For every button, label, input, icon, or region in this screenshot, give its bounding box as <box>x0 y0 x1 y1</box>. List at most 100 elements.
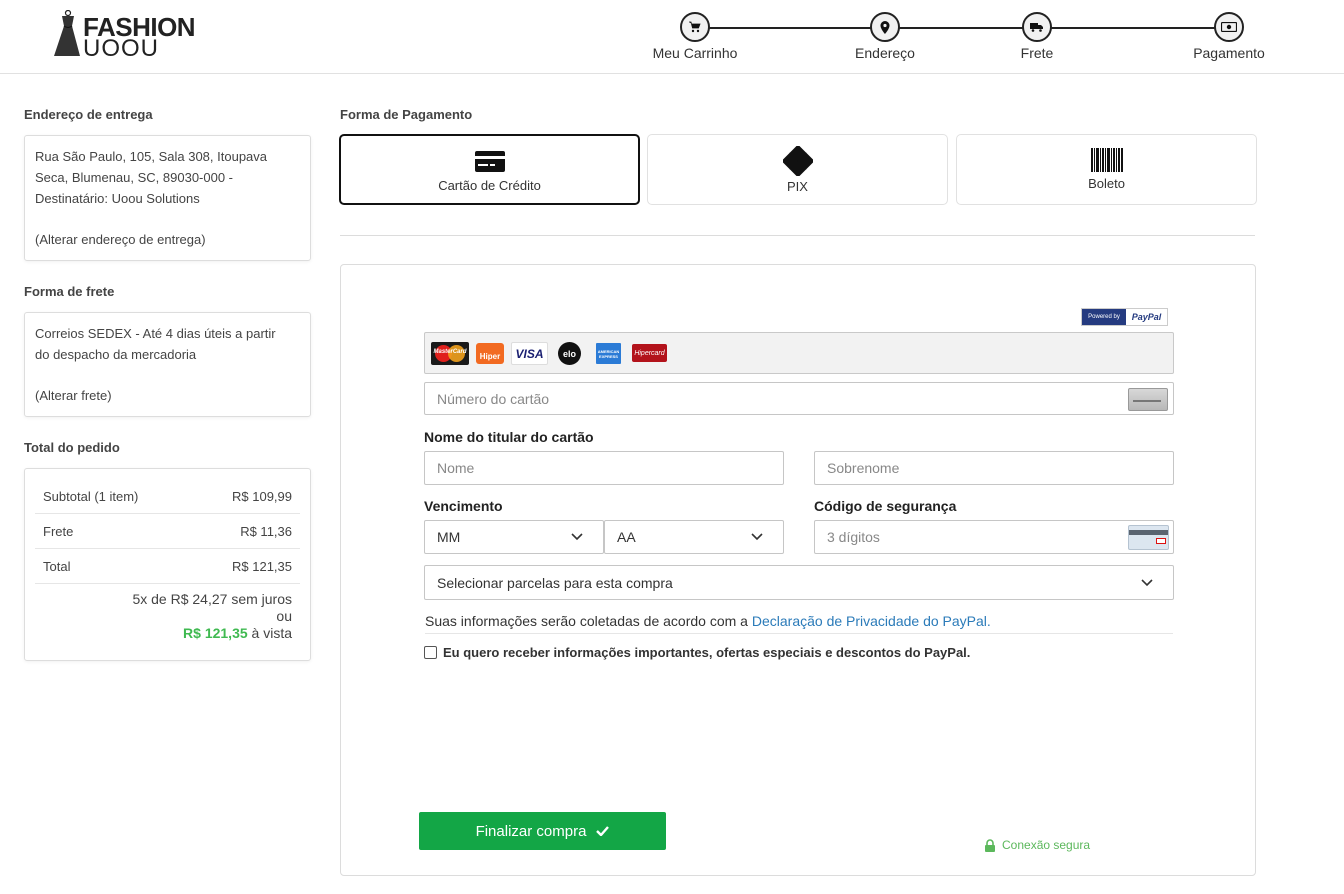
check-icon <box>596 826 610 836</box>
address-title: Endereço de entrega <box>24 107 153 122</box>
privacy-notice: Suas informações serão coletadas de acor… <box>425 613 1173 634</box>
money-icon <box>1214 12 1244 42</box>
cash-price: R$ 121,35 à vista <box>35 625 292 642</box>
last-name-placeholder: Sobrenome <box>827 460 900 476</box>
first-name-input[interactable]: Nome <box>424 451 784 485</box>
chevron-down-icon <box>571 533 583 541</box>
step-label: Meu Carrinho <box>652 45 738 61</box>
expiry-label: Vencimento <box>424 498 503 514</box>
card-icon <box>1128 388 1168 411</box>
totals-box: Subtotal (1 item) R$ 109,99 Frete R$ 11,… <box>24 468 311 661</box>
shipping-title: Forma de frete <box>24 284 115 299</box>
cash-suffix: à vista <box>247 625 292 641</box>
cash-value: R$ 121,35 <box>183 625 248 641</box>
section-divider <box>340 235 1255 236</box>
card-number-input[interactable]: Número do cartão <box>424 382 1174 415</box>
step-address[interactable]: Endereço <box>825 12 945 61</box>
shipping-line: do despacho da mercadoria <box>35 347 197 362</box>
credit-card-icon <box>474 151 505 172</box>
hipercard-icon: Hipercard <box>632 344 667 362</box>
paypal-badge: Powered by PayPal <box>1081 308 1168 326</box>
step-cart[interactable]: Meu Carrinho <box>635 12 755 61</box>
address-line: Rua São Paulo, 105, Sala 308, Itoupava <box>35 149 268 164</box>
steps-connector <box>690 27 1230 29</box>
address-line: Seca, Blumenau, SC, 89030-000 - <box>35 170 234 185</box>
month-value: MM <box>437 529 461 545</box>
truck-icon <box>1022 12 1052 42</box>
installments-select[interactable]: Selecionar parcelas para esta compra <box>424 565 1174 600</box>
pix-icon <box>781 144 814 178</box>
privacy-text: Suas informações serão coletadas de acor… <box>425 613 752 629</box>
hiper-icon: Hiper <box>476 343 504 364</box>
finish-label: Finalizar compra <box>475 822 587 840</box>
map-pin-icon <box>870 12 900 42</box>
step-payment[interactable]: Pagamento <box>1169 12 1289 61</box>
holder-label: Nome do titular do cartão <box>424 429 594 445</box>
tab-boleto[interactable]: Boleto <box>956 134 1257 205</box>
privacy-link[interactable]: Declaração de Privacidade do PayPal. <box>752 613 991 629</box>
tab-label: Boleto <box>1088 176 1125 191</box>
step-shipping[interactable]: Frete <box>977 12 1097 61</box>
last-name-input[interactable]: Sobrenome <box>814 451 1174 485</box>
card-number-placeholder: Número do cartão <box>437 390 550 407</box>
optin-row: Eu quero receber informações importantes… <box>424 645 970 660</box>
tab-credit-card[interactable]: Cartão de Crédito <box>339 134 640 205</box>
first-name-placeholder: Nome <box>437 460 475 476</box>
checkout-steps: Meu Carrinho Endereço Frete Pagamento <box>640 12 1280 68</box>
tab-label: PIX <box>787 179 808 194</box>
subtotal-row: Subtotal (1 item) R$ 109,99 <box>35 479 300 514</box>
change-shipping-link[interactable]: (Alterar frete) <box>35 385 300 406</box>
or-text: ou <box>276 608 292 624</box>
installments-value: Selecionar parcelas para esta compra <box>437 574 673 591</box>
amex-icon: AMERICAN EXPRESS <box>596 343 621 364</box>
optin-checkbox[interactable] <box>424 646 437 659</box>
row-value: R$ 109,99 <box>232 488 292 504</box>
row-value: R$ 121,35 <box>232 558 292 574</box>
totals-title: Total do pedido <box>24 440 120 455</box>
barcode-icon <box>1090 148 1123 172</box>
row-label: Subtotal (1 item) <box>43 488 139 504</box>
brand-name-line2: UOOU <box>83 35 159 62</box>
row-label: Frete <box>43 523 74 539</box>
cart-icon <box>680 12 710 42</box>
card-brands-strip: MasterCard Hiper VISA elo AMERICAN EXPRE… <box>424 332 1174 374</box>
cvv-label: Código de segurança <box>814 498 957 514</box>
secure-label: Conexão segura <box>1002 838 1091 852</box>
card-back-icon <box>1128 525 1169 550</box>
lock-icon <box>985 838 995 852</box>
step-label: Frete <box>1020 45 1054 61</box>
address-line: Destinatário: Uoou Solutions <box>35 191 200 206</box>
chevron-down-icon <box>1141 579 1153 587</box>
step-label: Pagamento <box>1193 45 1265 61</box>
shipping-box: Correios SEDEX - Até 4 dias úteis a part… <box>24 312 311 417</box>
paypal-logo: PayPal <box>1131 312 1162 322</box>
payment-terms: 5x de R$ 24,27 sem juros ou R$ 121,35 à … <box>35 584 300 642</box>
step-label: Endereço <box>855 45 915 61</box>
cvv-input[interactable]: 3 dígitos <box>814 520 1174 554</box>
secure-connection: Conexão segura <box>984 838 1090 852</box>
elo-icon: elo <box>558 342 581 365</box>
payment-method-title: Forma de Pagamento <box>340 107 473 122</box>
paypal-powered-text: Powered by <box>1082 309 1126 325</box>
year-value: AA <box>617 529 636 545</box>
address-box: Rua São Paulo, 105, Sala 308, Itoupava S… <box>24 135 311 261</box>
optin-label: Eu quero receber informações importantes… <box>443 645 971 660</box>
row-value: R$ 11,36 <box>240 523 292 539</box>
cvv-placeholder: 3 dígitos <box>827 529 880 545</box>
visa-icon: VISA <box>511 342 548 365</box>
tab-label: Cartão de Crédito <box>438 178 541 193</box>
dress-icon <box>54 10 80 56</box>
expiry-month-select[interactable]: MM <box>424 520 604 554</box>
change-address-link[interactable]: (Alterar endereço de entrega) <box>35 229 300 250</box>
brand-logo[interactable]: FASHION UOOU <box>52 10 196 62</box>
installments-text: 5x de R$ 24,27 sem juros <box>132 591 292 607</box>
total-row: Total R$ 121,35 <box>35 549 300 584</box>
mastercard-icon: MasterCard <box>431 342 469 365</box>
shipping-row: Frete R$ 11,36 <box>35 514 300 549</box>
chevron-down-icon <box>751 533 763 541</box>
finish-purchase-button[interactable]: Finalizar compra <box>419 812 666 850</box>
shipping-line: Correios SEDEX - Até 4 dias úteis a part… <box>35 326 276 341</box>
expiry-year-select[interactable]: AA <box>604 520 784 554</box>
tab-pix[interactable]: PIX <box>647 134 948 205</box>
site-header: FASHION UOOU Meu Carrinho Endereço Frete <box>0 0 1344 74</box>
